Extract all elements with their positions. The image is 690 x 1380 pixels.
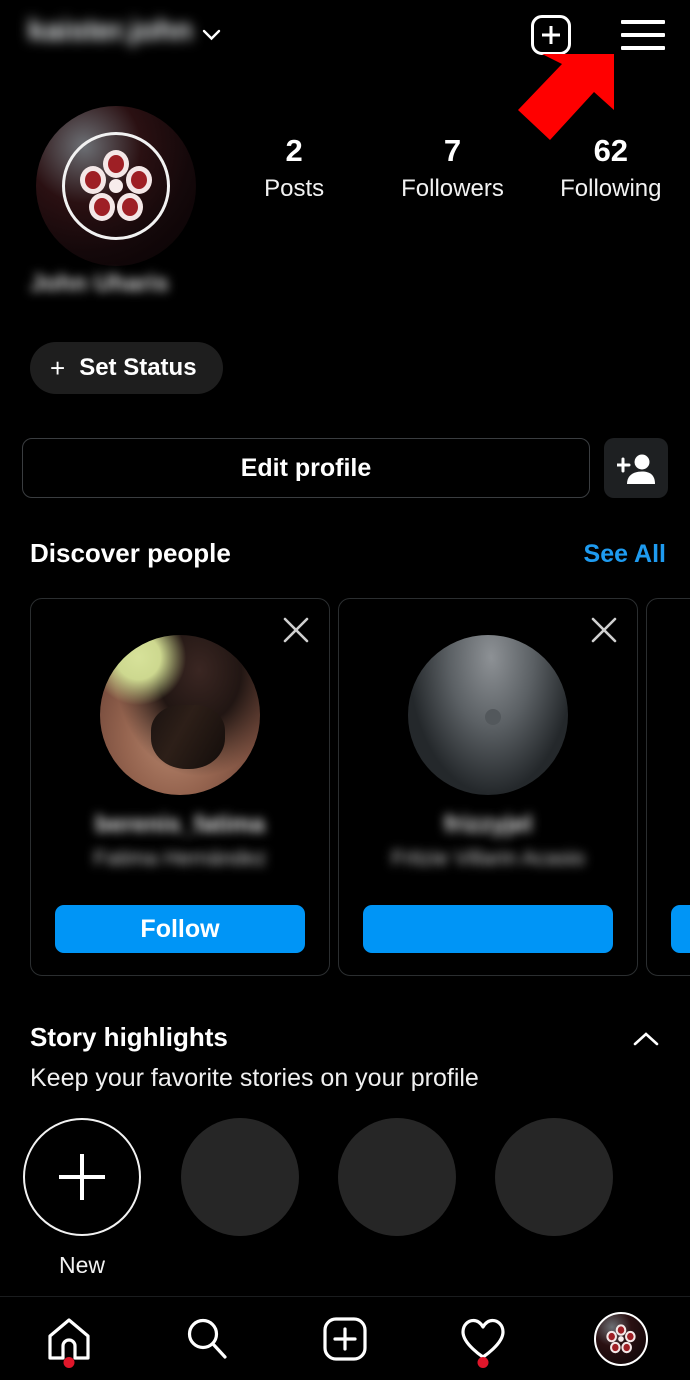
edit-profile-button[interactable]: Edit profile xyxy=(22,438,590,498)
hamburger-menu-button[interactable] xyxy=(618,10,668,60)
story-highlight-new[interactable]: New xyxy=(22,1118,142,1279)
stat-followers[interactable]: 7 Followers xyxy=(377,133,527,203)
plus-icon xyxy=(23,1118,141,1236)
hamburger-menu-icon xyxy=(621,20,665,50)
stat-following-label: Following xyxy=(560,174,662,202)
discover-card-username: frizzyjel xyxy=(443,811,533,838)
set-status-button[interactable]: + Set Status xyxy=(30,342,223,394)
plus-square-icon xyxy=(531,15,571,55)
story-highlight-placeholder-circle xyxy=(495,1118,613,1236)
discover-card-username: berenis_fatima xyxy=(95,811,265,838)
heart-icon xyxy=(461,1318,505,1359)
profile-avatar[interactable] xyxy=(36,106,196,266)
story-highlight-placeholder-circle xyxy=(181,1118,299,1236)
discover-card-fullname: Fatima Hernández xyxy=(93,847,267,870)
story-highlight-placeholder[interactable] xyxy=(337,1118,457,1236)
top-bar-actions xyxy=(526,10,668,60)
profile-full-name: John Uharis xyxy=(30,270,169,297)
avatar-ring xyxy=(62,132,170,240)
flower-emblem-avatar-icon xyxy=(80,150,152,221)
stat-followers-label: Followers xyxy=(401,174,504,202)
story-highlight-new-label: New xyxy=(58,1252,105,1278)
chevron-down-icon[interactable] xyxy=(202,28,221,41)
nav-badge-dot xyxy=(477,1356,489,1368)
stat-followers-value: 7 xyxy=(443,133,462,168)
chevron-up-icon[interactable] xyxy=(632,1030,660,1048)
set-status-label: Set Status xyxy=(79,354,197,381)
profile-stats: 2 Posts 7 Followers 62 Following xyxy=(215,133,690,203)
story-highlights-header: Story highlights Keep your favorite stor… xyxy=(0,1022,690,1118)
discover-see-all-link[interactable]: See All xyxy=(584,540,666,569)
create-post-button[interactable] xyxy=(526,10,576,60)
instagram-profile-screen: kaister.john 2 Posts 7 Followers 62 Foll… xyxy=(0,0,690,1380)
follow-button-label: Follow xyxy=(140,914,220,943)
flower-emblem-small-icon xyxy=(606,1323,636,1353)
nav-item-search[interactable] xyxy=(152,1304,262,1374)
search-icon xyxy=(187,1318,227,1359)
story-highlight-placeholder-circle xyxy=(338,1118,456,1236)
discover-card-avatar[interactable] xyxy=(408,635,568,795)
top-bar: kaister.john xyxy=(0,0,690,140)
story-highlight-placeholder[interactable] xyxy=(494,1118,614,1236)
story-highlight-placeholder[interactable] xyxy=(180,1118,300,1236)
nav-item-activity[interactable] xyxy=(428,1304,538,1374)
bottom-navigation-bar xyxy=(0,1296,690,1380)
create-icon xyxy=(323,1316,367,1361)
add-person-icon xyxy=(617,454,655,484)
discover-card-fullname: Fritzie Villarin Acasio xyxy=(391,847,585,870)
plus-icon: + xyxy=(50,353,66,383)
stat-following[interactable]: 62 Following xyxy=(536,133,686,203)
follow-button[interactable]: Follow xyxy=(55,905,305,953)
discover-card[interactable]: frizzyjel Fritzie Villarin Acasio xyxy=(338,598,638,976)
discover-card-avatar[interactable] xyxy=(100,635,260,795)
stat-posts-value: 2 xyxy=(285,133,303,168)
close-icon[interactable] xyxy=(587,613,621,647)
story-highlights-title: Story highlights xyxy=(30,1022,228,1052)
profile-action-row: Edit profile xyxy=(22,438,668,498)
nav-item-home[interactable] xyxy=(14,1304,124,1374)
profile-username: kaister.john xyxy=(28,14,193,47)
discover-people-carousel[interactable]: berenis_fatima Fatima Hernández Follow f… xyxy=(0,598,690,980)
stat-posts-label: Posts xyxy=(264,174,325,202)
edit-profile-label: Edit profile xyxy=(240,453,372,482)
profile-header: 2 Posts 7 Followers 62 Following John Uh… xyxy=(0,100,690,297)
profile-avatar-icon xyxy=(594,1311,648,1366)
nav-item-profile[interactable] xyxy=(566,1304,676,1374)
close-icon[interactable] xyxy=(279,613,313,647)
follow-button[interactable] xyxy=(671,905,690,953)
stat-following-value: 62 xyxy=(593,133,629,168)
story-highlights-row: New xyxy=(0,1118,690,1298)
home-icon xyxy=(48,1317,90,1360)
stat-posts[interactable]: 2 Posts xyxy=(219,133,369,203)
story-highlights-subtitle: Keep your favorite stories on your profi… xyxy=(30,1064,479,1092)
discover-card[interactable]: M xyxy=(646,598,690,976)
nav-badge-dot xyxy=(63,1356,75,1368)
account-switcher[interactable]: kaister.john xyxy=(28,14,221,48)
discover-card-username: M xyxy=(647,811,690,839)
discover-people-title: Discover people xyxy=(30,538,231,568)
discover-people-header: Discover people See All xyxy=(0,538,690,580)
nav-item-create[interactable] xyxy=(290,1304,400,1374)
follow-button[interactable] xyxy=(363,905,613,953)
discover-people-toggle-button[interactable] xyxy=(604,438,668,498)
discover-card[interactable]: berenis_fatima Fatima Hernández Follow xyxy=(30,598,330,976)
